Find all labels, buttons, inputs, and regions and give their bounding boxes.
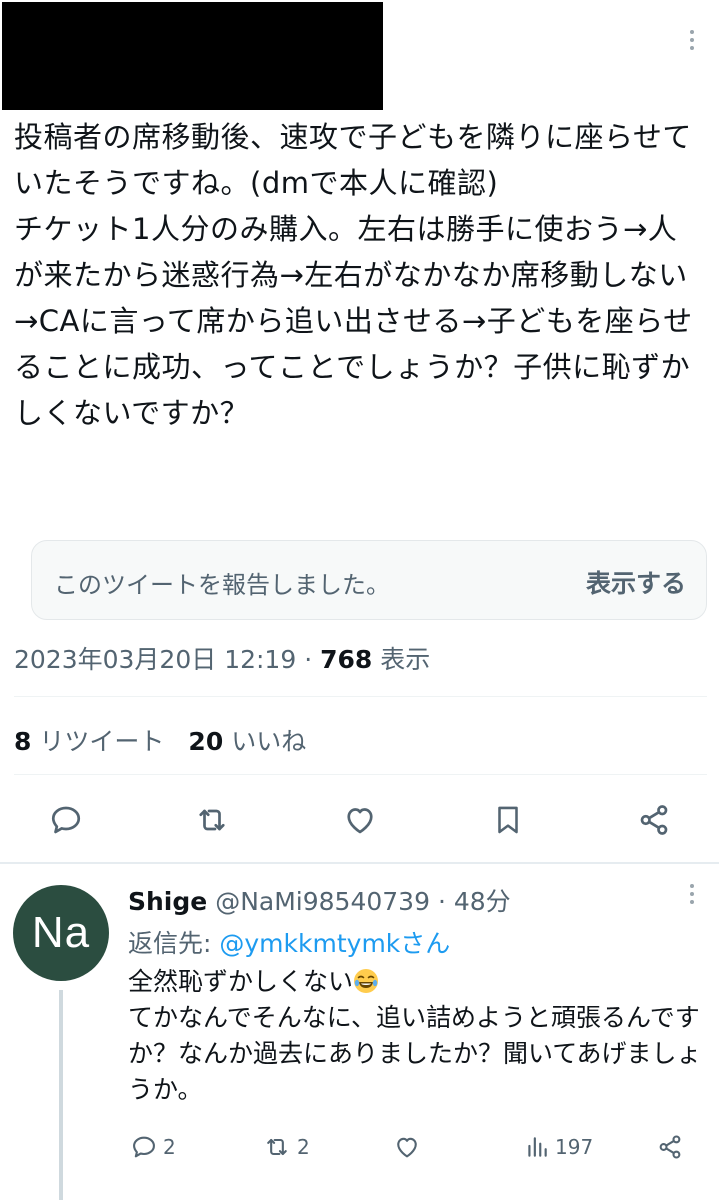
reply-retweet-button[interactable]: 2 [262,1130,310,1164]
reply-count: 2 [163,1135,176,1159]
likes-count: 20 [188,727,224,756]
timestamp[interactable]: 2023年03月20日 12:19 [14,645,296,674]
like-icon[interactable] [340,800,380,840]
views-count: 768 [320,645,373,674]
share-icon[interactable] [634,800,674,840]
retweets-stat[interactable]: 8 リツイート [14,727,164,756]
likes-stat[interactable]: 20 いいね [188,727,306,756]
more-icon[interactable] [690,30,694,50]
user-handle[interactable]: @NaMi98540739 [215,887,430,916]
meta-separator: · [304,645,313,674]
reply-text: 全然恥ずかしくない てかなんでそんなに、追い詰めようと頑張るんですか？なんか過去… [128,964,713,1108]
reply-time[interactable]: 48分 [454,887,511,916]
show-button[interactable]: 表示する [586,564,686,600]
header-separator: · [437,887,446,916]
view-count: 197 [555,1135,594,1159]
display-name[interactable]: Shige [128,887,207,916]
retweet-count: 2 [297,1135,310,1159]
retweet-icon [267,1138,287,1156]
views-label: 表示 [380,645,431,674]
share-icon [659,1135,681,1159]
reply-to: 返信先: @ymkkmtymkさん [128,924,450,960]
reply-to-mention[interactable]: @ymkkmtymkさん [219,929,450,958]
section-divider [0,862,719,864]
divider [14,774,707,775]
thread-line [59,990,63,1200]
retweets-label: リツイート [39,727,165,756]
reply-header: Shige @NaMi98540739 · 48分 [128,882,511,918]
tweet-action-bar [0,800,719,844]
like-icon [397,1137,417,1158]
laughing-emoji-icon [354,969,379,993]
reply-text-line1: 全然恥ずかしくない [128,967,354,996]
reply-share-button[interactable] [656,1130,684,1164]
retweet-icon[interactable] [192,800,232,840]
tweet-meta: 2023年03月20日 12:19 · 768 表示 [14,640,430,676]
reported-notice: このツイートを報告しました。 表示する [31,540,707,620]
bookmark-icon[interactable] [488,800,528,840]
likes-label: いいね [231,727,307,756]
reply-text-rest: てかなんでそんなに、追い詰めようと頑張るんですか？なんか過去にありましたか？聞い… [128,1003,702,1104]
tweet-text: 投稿者の席移動後、速攻で子どもを隣りに座らせていたそうですね。(dmで本人に確認… [14,120,693,430]
more-icon[interactable] [690,884,694,904]
reported-notice-text: このツイートを報告しました。 [54,571,390,599]
reply-views-button[interactable]: 197 [524,1130,593,1164]
engagement-stats: 8 リツイート 20 いいね [14,722,306,758]
retweets-count: 8 [14,727,32,756]
reply-action-bar: 2 2 197 [0,1130,719,1166]
redacted-profile-header [2,2,383,110]
divider [14,696,707,697]
reply-reply-button[interactable]: 2 [130,1130,176,1164]
views-icon [528,1137,547,1157]
reply-like-button[interactable] [393,1130,421,1164]
reply-to-label: 返信先: [128,929,212,958]
reply-icon[interactable] [46,800,86,840]
avatar[interactable]: Na [13,885,109,981]
reply-icon [133,1136,155,1158]
